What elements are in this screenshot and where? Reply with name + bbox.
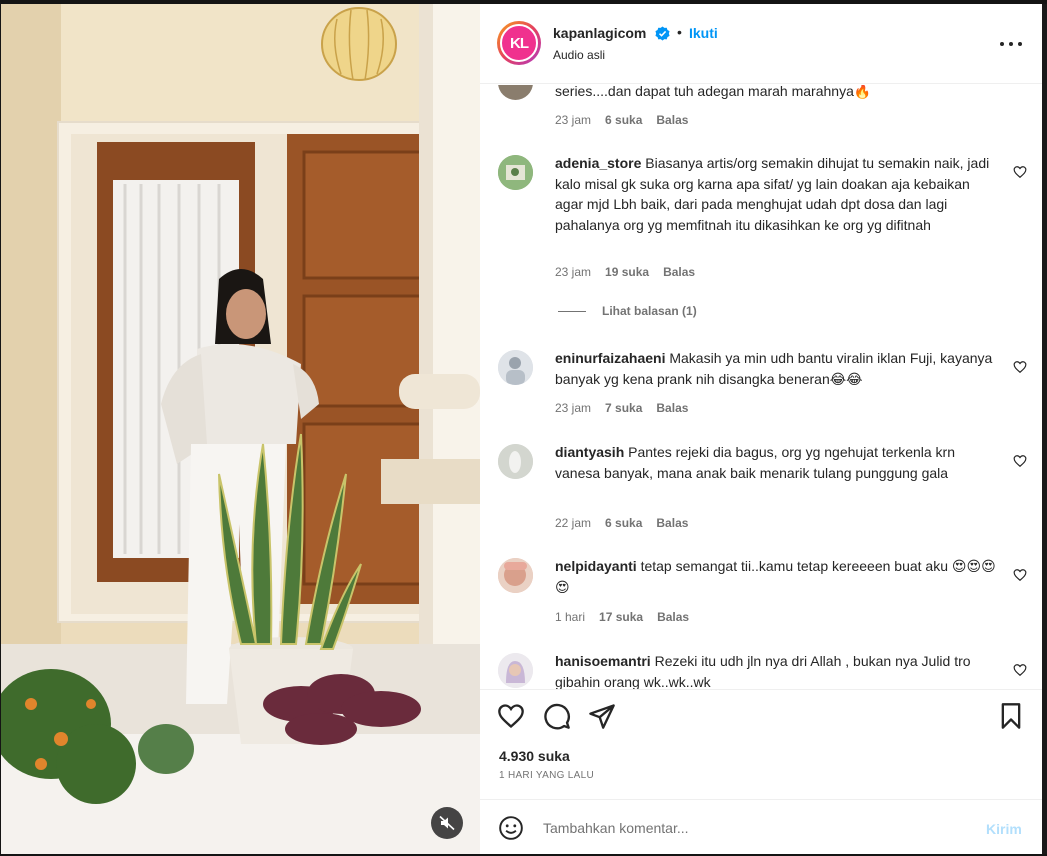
avatar-image [498, 350, 533, 385]
comment-reply-button[interactable]: Balas [663, 265, 695, 279]
post-likes-count[interactable]: 4.930 suka [499, 748, 570, 764]
comment-username[interactable]: nelpidayanti [555, 558, 637, 574]
comment-time[interactable]: 23 jam [555, 113, 591, 127]
comment-body: series....dan dapat tuh adegan marah mar… [555, 85, 872, 99]
post-media-video[interactable] [1, 4, 480, 854]
comments-list[interactable]: series....dan dapat tuh adegan marah mar… [480, 85, 1042, 689]
window-edge [1042, 4, 1047, 854]
comment-text: eninurfaizahaeni Makasih ya min udh bant… [555, 348, 1000, 389]
emoji-icon[interactable] [498, 815, 524, 841]
view-replies-label: Lihat balasan (1) [602, 304, 697, 318]
comment-username[interactable]: adenia_store [555, 155, 641, 171]
post-timestamp[interactable]: 1 HARI YANG LALU [499, 770, 594, 781]
comment-time[interactable]: 1 hari [555, 610, 585, 624]
post-actions-bar: 4.930 suka 1 HARI YANG LALU [480, 689, 1042, 799]
comment-avatar[interactable] [498, 653, 533, 688]
video-frame-illustration [1, 4, 480, 854]
comment-text: hanisoemantri Rezeki itu udh jln nya dri… [555, 651, 1000, 689]
avatar-image [498, 155, 533, 190]
avatar-image [498, 558, 533, 593]
comment-avatar[interactable] [498, 444, 533, 479]
follow-button[interactable]: Ikuti [689, 25, 718, 41]
comment-likes[interactable]: 6 suka [605, 113, 642, 127]
comment-avatar[interactable] [498, 85, 533, 100]
comment-reply-button[interactable]: Balas [656, 516, 688, 530]
comment-reply-button[interactable]: Balas [656, 401, 688, 415]
comment-meta: 23 jam 19 suka Balas [555, 265, 695, 279]
comment-likes[interactable]: 17 suka [599, 610, 643, 624]
audio-label[interactable]: Audio asli [553, 48, 605, 62]
comment-icon[interactable] [543, 702, 571, 730]
comment-input[interactable] [543, 817, 963, 839]
comment-avatar[interactable] [498, 558, 533, 593]
comment-like-heart-icon[interactable] [1013, 663, 1027, 677]
author-avatar-text: KL [500, 24, 538, 62]
add-comment-bar: Kirim [480, 799, 1042, 854]
view-replies-button[interactable]: Lihat balasan (1) [558, 304, 697, 318]
author-username[interactable]: kapanlagicom [553, 25, 646, 41]
comment-likes[interactable]: 6 suka [605, 516, 642, 530]
comment-likes[interactable]: 7 suka [605, 401, 642, 415]
comment-meta: 1 hari 17 suka Balas [555, 610, 689, 624]
bookmark-icon[interactable] [997, 702, 1025, 730]
comment-meta: 23 jam 7 suka Balas [555, 401, 688, 415]
comment-like-heart-icon[interactable] [1013, 165, 1027, 179]
comment-text: nelpidayanti tetap semangat tii..kamu te… [555, 556, 1000, 597]
comment-likes[interactable]: 19 suka [605, 265, 649, 279]
comment-avatar[interactable] [498, 350, 533, 385]
view-replies-line [558, 311, 586, 313]
post-details-panel: KL kapanlagicom • Ikuti Audio asli serie… [480, 4, 1042, 854]
comment-like-heart-icon[interactable] [1013, 454, 1027, 468]
comment-avatar[interactable] [498, 155, 533, 190]
avatar-image [498, 444, 533, 479]
verified-badge-icon [655, 26, 670, 41]
comment-time[interactable]: 23 jam [555, 401, 591, 415]
comment-like-heart-icon[interactable] [1013, 568, 1027, 582]
comment-meta: 23 jam 6 suka Balas [555, 113, 688, 127]
speaker-muted-icon [439, 815, 455, 831]
comment-username[interactable]: eninurfaizahaeni [555, 350, 665, 366]
comment-username[interactable]: diantyasih [555, 444, 624, 460]
comment-time[interactable]: 23 jam [555, 265, 591, 279]
post-comment-button[interactable]: Kirim [986, 821, 1022, 837]
comment-reply-button[interactable]: Balas [656, 113, 688, 127]
heart-icon[interactable] [497, 702, 525, 730]
mute-toggle-button[interactable] [431, 807, 463, 839]
comment-meta: 22 jam 6 suka Balas [555, 516, 688, 530]
send-icon[interactable] [588, 702, 616, 730]
comment-time[interactable]: 22 jam [555, 516, 591, 530]
author-avatar[interactable]: KL [497, 21, 541, 65]
comment-text: adenia_store Biasanya artis/org semakin … [555, 153, 1000, 235]
comment-like-heart-icon[interactable] [1013, 360, 1027, 374]
header-separator: • [677, 24, 682, 40]
post-header: KL kapanlagicom • Ikuti Audio asli [480, 4, 1042, 84]
avatar-image [498, 653, 533, 688]
comment-username[interactable]: hanisoemantri [555, 653, 651, 669]
comment-reply-button[interactable]: Balas [657, 610, 689, 624]
comment-text: series....dan dapat tuh adegan marah mar… [555, 85, 1000, 102]
comment-text: diantyasih Pantes rejeki dia bagus, org … [555, 442, 1000, 483]
more-options-icon[interactable] [1000, 34, 1022, 54]
